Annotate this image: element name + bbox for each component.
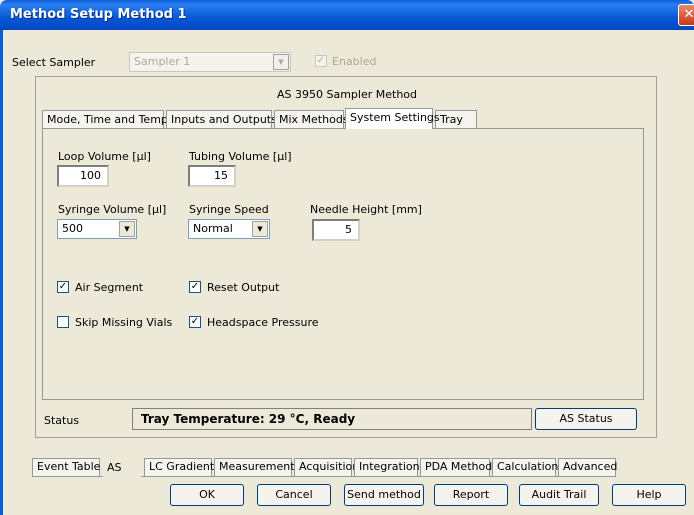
tab-mix-methods[interactable]: Mix Methods: [274, 110, 349, 129]
skip-missing-vials-label: Skip Missing Vials: [75, 316, 173, 329]
window-titlebar: Method Setup Method 1 ✕: [0, 0, 694, 30]
tab-integration[interactable]: Integration: [354, 458, 420, 476]
reset-output-label: Reset Output: [207, 281, 280, 294]
status-text: Tray Temperature: 29 °C, Ready: [132, 408, 532, 430]
tab-tray[interactable]: Tray: [435, 110, 477, 129]
reset-output-checkbox[interactable]: ✓: [189, 281, 201, 293]
syringe-volume-select[interactable]: 500 ▼: [57, 219, 137, 239]
report-button[interactable]: Report: [434, 484, 508, 506]
system-settings-panel: [42, 128, 644, 400]
window-title: Method Setup Method 1: [10, 7, 187, 22]
needle-height-input[interactable]: 5: [312, 219, 360, 241]
tab-calculation[interactable]: Calculation: [492, 458, 558, 476]
loop-volume-label: Loop Volume [µl]: [58, 150, 151, 163]
status-label: Status: [44, 414, 80, 427]
tab-event-table[interactable]: Event Table: [32, 458, 100, 476]
ok-button[interactable]: OK: [170, 484, 244, 506]
syringe-volume-label: Syringe Volume [µl]: [58, 203, 167, 216]
cancel-button[interactable]: Cancel: [257, 484, 331, 506]
headspace-pressure-checkbox[interactable]: ✓: [189, 316, 201, 328]
needle-height-label: Needle Height [mm]: [310, 203, 422, 216]
headspace-pressure-label: Headspace Pressure: [207, 316, 319, 329]
tab-mode-time-temp[interactable]: Mode, Time and Temp.: [42, 110, 171, 129]
select-sampler-label: Select Sampler: [12, 56, 96, 69]
skip-missing-vials-checkbox[interactable]: [57, 316, 69, 328]
syringe-volume-value: 500: [62, 222, 83, 235]
tab-inputs-outputs[interactable]: Inputs and Outputs: [166, 110, 277, 129]
syringe-speed-select[interactable]: Normal ▼: [188, 219, 270, 239]
audit-trail-button[interactable]: Audit Trail: [519, 484, 599, 506]
enabled-label: Enabled: [332, 55, 377, 68]
tubing-volume-input[interactable]: 15: [188, 165, 236, 187]
air-segment-checkbox[interactable]: ✓: [57, 281, 69, 293]
syringe-speed-label: Syringe Speed: [189, 203, 269, 216]
air-segment-label: Air Segment: [75, 281, 144, 294]
tab-lc-gradient[interactable]: LC Gradient: [144, 458, 214, 476]
send-method-button[interactable]: Send method: [344, 484, 424, 506]
sampler-select-value: Sampler 1: [134, 55, 191, 68]
tubing-volume-label: Tubing Volume [µl]: [189, 150, 292, 163]
group-title: AS 3950 Sampler Method: [276, 88, 417, 101]
chevron-down-icon[interactable]: ▼: [119, 221, 135, 237]
syringe-speed-value: Normal: [193, 222, 233, 235]
enabled-checkbox[interactable]: ✓: [315, 55, 327, 67]
tab-pda-method[interactable]: PDA Method: [420, 458, 492, 476]
tab-as[interactable]: AS: [103, 460, 141, 478]
as-status-button[interactable]: AS Status: [535, 408, 637, 430]
help-button[interactable]: Help: [612, 484, 686, 506]
tab-measurement[interactable]: Measurement: [214, 458, 295, 476]
tab-system-settings[interactable]: System Settings: [345, 108, 440, 129]
chevron-down-icon[interactable]: ▼: [273, 54, 289, 70]
loop-volume-input[interactable]: 100: [57, 165, 109, 187]
close-icon[interactable]: ✕: [678, 4, 694, 26]
sampler-select[interactable]: Sampler 1 ▼: [129, 52, 291, 72]
tab-advanced[interactable]: Advanced: [558, 458, 617, 476]
chevron-down-icon[interactable]: ▼: [252, 221, 268, 237]
tab-acquisition[interactable]: Acquisition: [294, 458, 359, 476]
